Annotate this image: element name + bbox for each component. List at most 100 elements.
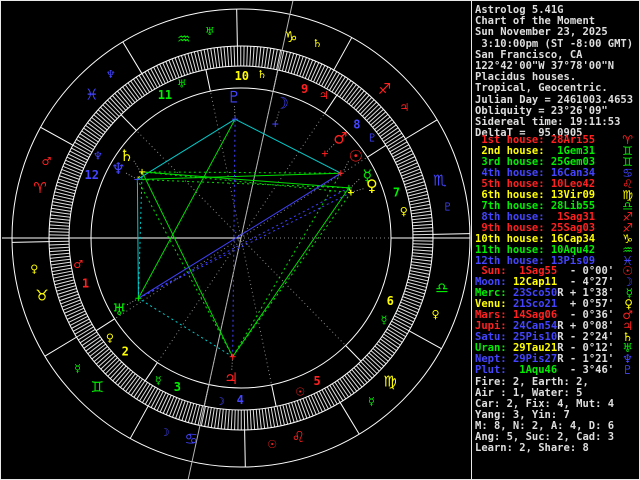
degree-tick <box>51 264 72 269</box>
degree-tick <box>210 407 215 428</box>
planet-position: 1Aqu46 <box>512 364 558 376</box>
planet-pointer <box>125 172 136 179</box>
taurus-ruler-icon: ♀ <box>30 263 38 276</box>
degree-tick <box>246 46 248 67</box>
house-number: 5 <box>313 374 320 388</box>
degree-tick <box>178 400 186 420</box>
house-number: 10 <box>235 69 249 83</box>
degree-tick <box>62 165 82 175</box>
sign-boundary <box>339 402 360 435</box>
degree-tick <box>412 243 433 245</box>
degree-tick <box>252 46 255 67</box>
degree-tick <box>411 213 432 218</box>
cancer-sign-icon: ♋ <box>184 430 197 448</box>
degree-tick <box>62 302 82 311</box>
degree-tick <box>227 409 230 430</box>
sign-boundary <box>333 37 353 71</box>
degree-tick <box>49 243 70 246</box>
house-number: 8 <box>353 118 360 132</box>
header-text: Astrolog 5.41G <box>475 4 564 16</box>
planet-pointer <box>353 188 364 192</box>
degree-tick <box>220 47 224 68</box>
jupiter-glyph-icon: ♃ <box>224 369 238 388</box>
degree-tick <box>51 207 72 212</box>
aspect-trine <box>136 179 234 357</box>
degree-tick <box>267 48 272 69</box>
sign-boundary <box>408 330 442 350</box>
aspect-opposition <box>138 192 352 299</box>
degree-tick <box>165 396 175 416</box>
degree-tick <box>49 249 70 253</box>
degree-tick <box>296 56 304 76</box>
degree-tick <box>400 301 420 311</box>
planet-pointer <box>351 178 360 187</box>
degree-tick <box>230 409 233 430</box>
degree-tick <box>293 55 301 75</box>
house-cusp-segment <box>120 114 137 131</box>
degree-tick <box>168 59 177 79</box>
degree-tick <box>50 261 71 266</box>
degree-tick <box>216 47 221 68</box>
sun-glyph-icon: ☉ <box>349 147 363 166</box>
degree-tick <box>299 57 307 77</box>
degree-tick <box>305 397 314 417</box>
degree-tick <box>296 400 305 420</box>
degree-tick <box>175 399 183 419</box>
scorpio-sign-icon: ♏ <box>433 172 447 190</box>
degree-tick <box>180 55 189 75</box>
capricorn-ruler-icon: ♄ <box>312 37 322 50</box>
degree-tick <box>267 407 272 428</box>
degree-tick <box>399 162 418 172</box>
degree-tick <box>59 293 79 302</box>
degree-tick <box>49 227 70 230</box>
neptune-glyph-icon: ♆ <box>111 159 125 178</box>
degree-tick <box>217 408 221 429</box>
degree-tick <box>58 290 78 299</box>
aries-ruler-icon: ♂ <box>41 155 51 168</box>
degree-tick <box>411 210 432 215</box>
degree-tick <box>304 59 314 79</box>
degree-tick <box>410 207 431 212</box>
degree-tick <box>401 168 421 177</box>
virgo-sign-icon: ♍ <box>383 373 396 391</box>
house-natural-ruler-icon: ♆ <box>93 149 103 162</box>
header-text: Sun November 23, 2025 <box>475 26 608 39</box>
degree-tick <box>230 46 233 67</box>
degree-tick <box>165 61 175 80</box>
degree-tick <box>411 217 432 221</box>
house-number: 9 <box>301 82 308 96</box>
degree-tick <box>402 296 422 304</box>
aspect-sextile <box>137 118 236 180</box>
house-number: 3 <box>174 380 181 394</box>
degree-tick <box>290 54 298 74</box>
planet-pointer <box>275 111 280 122</box>
degree-tick <box>258 408 262 429</box>
planet-delta: - 3°46' <box>563 364 615 376</box>
degree-tick <box>174 57 183 77</box>
uranus-glyph-icon: ♅ <box>112 300 126 319</box>
degree-tick <box>402 171 422 180</box>
aquarius-ruler-icon: ♅ <box>205 25 215 38</box>
gemini-sign-icon: ♊ <box>91 378 104 396</box>
house-cusp-segment <box>95 318 115 332</box>
degree-tick <box>234 409 236 430</box>
planet-row: Plut: 1Aqu46 - 3°46' <box>475 365 614 376</box>
degree-tick <box>214 408 218 429</box>
degree-tick <box>412 223 433 227</box>
degree-tick <box>410 267 431 272</box>
header-text: Tropical, Geocentric. <box>475 82 608 95</box>
house-natural-ruler-icon: ♀ <box>400 205 408 218</box>
house-natural-ruler-icon: ☿ <box>155 374 162 387</box>
aspect-opposition <box>138 187 350 299</box>
header-text: 3:10:00pm (ST -8:00 GMT) <box>475 37 634 50</box>
sign-boundary <box>44 336 77 357</box>
degree-tick <box>64 304 83 314</box>
mars-glyph-icon: ♂ <box>333 128 347 147</box>
libra-sign-icon: ♎ <box>435 279 448 297</box>
degree-tick <box>207 407 212 428</box>
aspect-sextile <box>137 171 143 299</box>
degree-tick <box>51 204 72 209</box>
house-natural-ruler-icon: ☿ <box>381 314 388 327</box>
degree-tick <box>51 267 72 273</box>
degree-tick <box>63 162 83 172</box>
